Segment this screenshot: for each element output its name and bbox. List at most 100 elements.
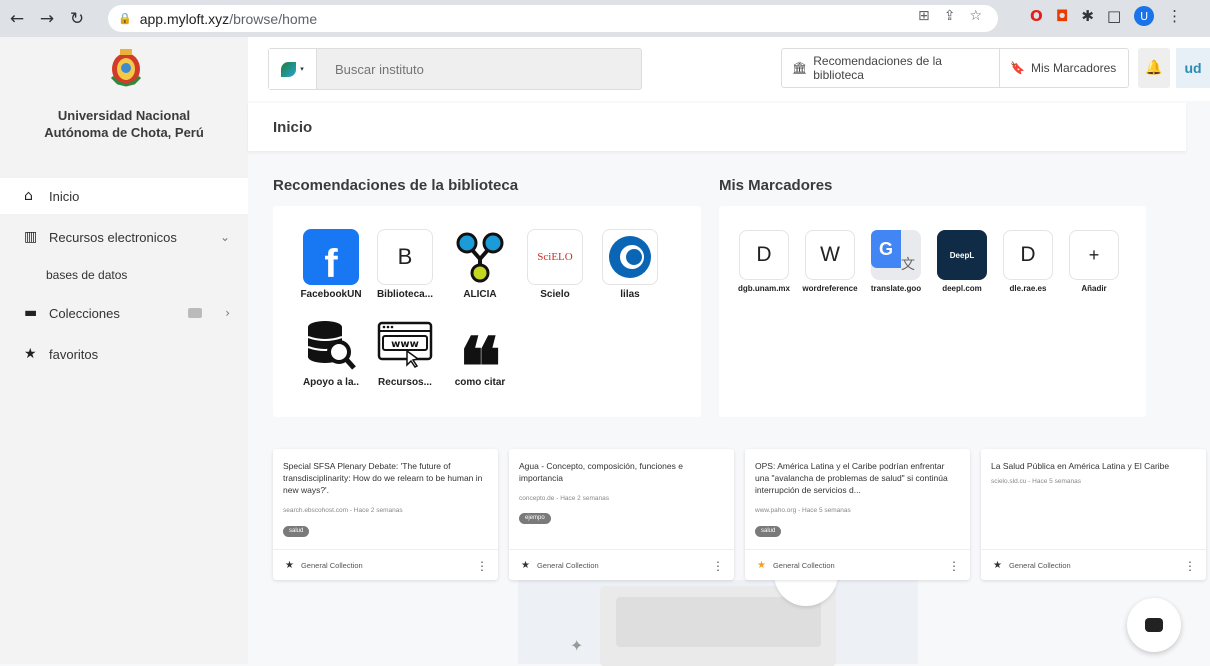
more-options-icon[interactable]: ⋮	[476, 559, 488, 573]
opera-extension-icon[interactable]: O	[1030, 7, 1043, 25]
browser-toolbar: ← → ↻ 🔒 app.myloft.xyz/browse/home ⊞ ⇪ ☆…	[0, 0, 1210, 37]
letter-d-icon: D	[1003, 230, 1053, 280]
scielo-glyph: SciELO	[537, 251, 573, 263]
tile-lilas[interactable]: lilas	[599, 229, 661, 300]
card-title[interactable]: OPS: América Latina y el Caribe podrían …	[755, 460, 960, 496]
sidebar-item-label: Inicio	[49, 188, 80, 204]
tile-facebookun[interactable]: f FacebookUN	[300, 229, 362, 300]
star-icon[interactable]: ★	[285, 560, 294, 571]
back-icon[interactable]: ←	[4, 6, 30, 32]
star-icon[interactable]: ★	[757, 560, 766, 571]
card-tag[interactable]: salud	[283, 526, 310, 537]
bookmarks-button[interactable]: 🔖 Mis Marcadores	[1000, 49, 1126, 87]
sidebar-item-bases-de-datos[interactable]: bases de datos	[0, 257, 248, 293]
more-options-icon[interactable]: ⋮	[712, 559, 724, 573]
user-avatar[interactable]: ud	[1176, 48, 1210, 88]
recommendations-label: Recomendaciones de la biblioteca	[813, 54, 942, 82]
bookmark-label: dgb.unam.mx	[737, 284, 790, 293]
tile-label: Apoyo a la..	[302, 377, 360, 388]
office-extension-icon[interactable]: ◘	[1056, 7, 1069, 25]
add-folder-icon[interactable]	[188, 308, 202, 318]
collection-label: General Collection	[772, 560, 835, 570]
sidebar-item-favoritos[interactable]: ★ favoritos	[0, 336, 248, 372]
tile-apoyo[interactable]: Apoyo a la..	[300, 317, 362, 388]
sidebar: Universidad Nacional Autónoma de Chota, …	[0, 37, 248, 664]
bookmark-deepl[interactable]: DeepL deepl.com	[934, 230, 990, 293]
collection-label: General Collection	[1008, 560, 1071, 570]
forward-icon[interactable]: →	[34, 6, 60, 32]
tile-label: Recursos...	[378, 377, 432, 388]
saved-item-card[interactable]: Special SFSA Plenary Debate: 'The future…	[273, 449, 498, 580]
chat-support-button[interactable]	[1127, 598, 1181, 652]
translate-char-glyph: 文	[901, 256, 915, 272]
share-icon[interactable]: ⇪	[944, 8, 956, 24]
bookmark-star-icon[interactable]: ☆	[969, 8, 982, 24]
tile-biblioteca[interactable]: B Biblioteca...	[374, 229, 436, 300]
home-icon: ⌂	[24, 188, 33, 204]
bookmark-icon: 🔖	[1010, 61, 1025, 75]
add-bookmark-button[interactable]: + Añadir	[1066, 230, 1122, 293]
bookmark-dgb-unam[interactable]: D dgb.unam.mx	[736, 230, 792, 293]
more-options-icon[interactable]: ⋮	[1184, 559, 1196, 573]
myloft-leaf-icon	[281, 61, 297, 77]
card-tag[interactable]: ejempo	[519, 513, 551, 524]
collection-label: General Collection	[536, 560, 599, 570]
more-options-icon[interactable]: ⋮	[948, 559, 960, 573]
profile-avatar[interactable]: U	[1134, 6, 1155, 26]
bookmark-translate[interactable]: G 文 translate.goo	[868, 230, 924, 293]
book-icon: ▥	[24, 229, 38, 245]
university-name: Universidad Nacional Autónoma de Chota, …	[44, 108, 204, 140]
recommendations-button[interactable]: 🏛 Recomendaciones de la biblioteca	[782, 49, 1000, 87]
chevron-right-icon[interactable]: ›	[225, 306, 230, 320]
sidebar-item-label: Recursos electronicos	[49, 229, 177, 245]
search-input[interactable]	[317, 60, 617, 78]
bookmark-wordreference[interactable]: W wordreference	[802, 230, 858, 293]
library-icon: 🏛	[792, 61, 808, 75]
side-panel-icon[interactable]: □	[1107, 7, 1121, 25]
institute-selector[interactable]: ▾	[269, 49, 317, 89]
recommendations-panel: f FacebookUN B Biblioteca... ALICIA SciE…	[273, 206, 701, 417]
sidebar-item-colecciones[interactable]: ▬ Colecciones ›	[0, 295, 248, 331]
bookmarks-panel: D dgb.unam.mx W wordreference G 文 transl…	[719, 206, 1146, 417]
menu-kebab-icon[interactable]: ⋮	[1167, 7, 1182, 25]
tile-alicia[interactable]: ALICIA	[449, 229, 511, 300]
top-bar: ▾ 🏛 Recomendaciones de la biblioteca 🔖 M…	[248, 37, 1210, 101]
translate-g-glyph: G	[871, 230, 901, 268]
card-source: search.ebscohost.com - Hace 2 semanas	[283, 507, 403, 514]
tile-scielo[interactable]: SciELO Scielo	[524, 229, 586, 300]
sidebar-item-recursos-electronicos[interactable]: ▥ Recursos electronicos ⌄	[0, 219, 248, 255]
collection-label: General Collection	[300, 560, 363, 570]
bell-icon[interactable]: 🔔	[1138, 48, 1170, 88]
saved-item-card[interactable]: La Salud Pública en América Latina y El …	[981, 449, 1206, 580]
recommendations-title: Recomendaciones de la biblioteca	[273, 177, 519, 194]
extensions-puzzle-icon[interactable]: ✱	[1081, 7, 1094, 25]
bookmark-dle-rae[interactable]: D dle.rae.es	[1000, 230, 1056, 293]
tile-como-citar[interactable]: ❝ como citar	[449, 317, 511, 388]
deepl-logo-icon: DeepL	[937, 230, 987, 280]
tile-label: Biblioteca...	[376, 289, 434, 300]
card-title[interactable]: Agua - Concepto, composición, funciones …	[519, 460, 724, 484]
card-footer: ★ General Collection ⋮	[509, 549, 734, 580]
web-browser-icon: www	[377, 317, 433, 373]
chevron-down-icon[interactable]: ⌄	[220, 230, 230, 244]
card-tag[interactable]: salud	[755, 526, 782, 537]
reload-icon[interactable]: ↻	[64, 6, 90, 32]
star-icon[interactable]: ★	[521, 560, 530, 571]
search-box: ▾	[268, 48, 642, 90]
star-icon[interactable]: ★	[993, 560, 1002, 571]
card-title[interactable]: La Salud Pública en América Latina y El …	[991, 460, 1196, 472]
translate-icon[interactable]: ⊞	[918, 8, 930, 24]
address-bar[interactable]: 🔒 app.myloft.xyz/browse/home ⊞ ⇪ ☆	[108, 5, 998, 32]
top-nav-group: 🏛 Recomendaciones de la biblioteca 🔖 Mis…	[781, 48, 1129, 88]
sidebar-item-inicio[interactable]: ⌂ Inicio	[0, 178, 248, 214]
sidebar-item-label: Colecciones	[49, 305, 120, 321]
tile-recursos[interactable]: www Recursos...	[374, 317, 436, 388]
card-footer: ★ General Collection ⋮	[273, 549, 498, 580]
letter-d-icon: D	[739, 230, 789, 280]
saved-item-card[interactable]: OPS: América Latina y el Caribe podrían …	[745, 449, 970, 580]
saved-item-card[interactable]: Agua - Concepto, composición, funciones …	[509, 449, 734, 580]
chat-bubble-icon	[1145, 618, 1163, 632]
tile-label: lilas	[620, 289, 640, 300]
sidebar-item-label: favoritos	[49, 346, 99, 362]
card-title[interactable]: Special SFSA Plenary Debate: 'The future…	[283, 460, 488, 496]
